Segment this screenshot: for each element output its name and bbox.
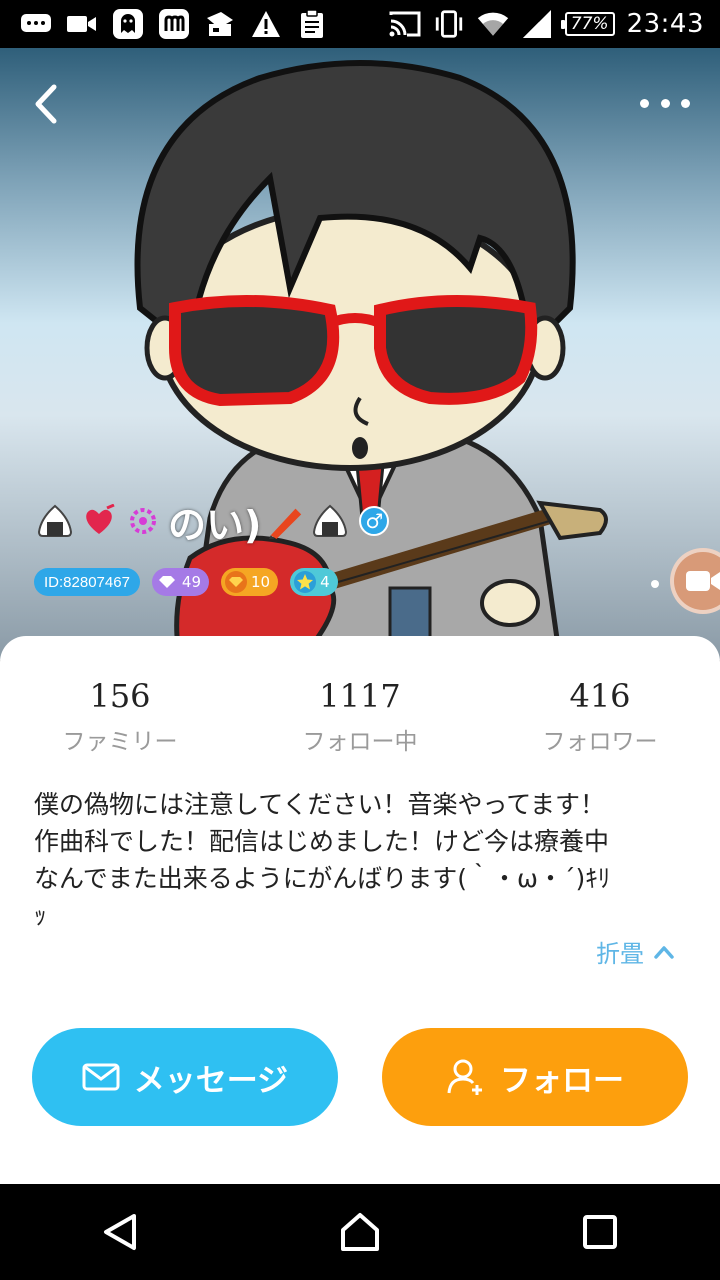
more-dot-icon (660, 98, 670, 108)
stat-label: ファミリー (62, 729, 178, 755)
bio-text: 僕の偽物には注意してください！音楽やってます！ 作曲科でした！配信はじめました！… (34, 786, 686, 934)
username-row: のい) ♂ (36, 496, 390, 547)
recents-square-icon (583, 1215, 617, 1249)
chevron-up-icon (654, 945, 674, 959)
warning-icon (250, 9, 282, 39)
star-icon (294, 571, 317, 593)
crayon-icon (267, 502, 305, 540)
stat-following[interactable]: 1117 フォロー中 (240, 674, 480, 756)
clipboard-icon (296, 9, 328, 39)
collapse-label: 折畳 (596, 940, 644, 968)
stat-label: フォロワー (542, 729, 658, 755)
sparkle-heart-icon (124, 502, 162, 540)
male-gender-icon: ♂ (359, 506, 390, 536)
stats-row: 156 ファミリー 1117 フォロー中 416 フォロワー (0, 674, 720, 756)
more-dot-icon (640, 98, 649, 108)
video-icon (66, 9, 98, 39)
gold-gem-icon (225, 571, 247, 593)
heart-icon (80, 502, 118, 540)
cast-icon (389, 9, 421, 39)
wifi-icon (477, 9, 509, 39)
bio-line: ｯ (34, 901, 47, 930)
follow-button-label: フォロー (500, 1062, 624, 1099)
collapse-bio-button[interactable]: 折畳 (596, 934, 674, 969)
gold-badge: 10 (221, 568, 279, 596)
stat-value: 416 (569, 677, 631, 715)
video-camera-icon (686, 571, 720, 591)
diamond-icon (156, 571, 178, 593)
gem-badge: 49 (151, 568, 209, 596)
status-bar: 77% 23:43 (0, 0, 720, 48)
chevron-left-icon (35, 84, 57, 124)
gold-count: 10 (251, 573, 271, 591)
stat-label: フォロー中 (302, 729, 418, 755)
gem-count: 49 (181, 573, 201, 591)
nav-home-button[interactable] (320, 1192, 400, 1272)
star-badge: 4 (290, 568, 338, 596)
signal-icon (521, 9, 553, 39)
back-button[interactable] (26, 82, 66, 126)
nav-back-button[interactable] (80, 1192, 160, 1272)
home-icon (341, 1213, 379, 1251)
stat-followers[interactable]: 416 フォロワー (480, 674, 720, 756)
m-app-icon (158, 9, 190, 39)
envelope-icon (82, 1063, 120, 1091)
pager-indicator (651, 580, 659, 588)
back-triangle-icon (104, 1214, 136, 1250)
message-icon (20, 9, 52, 39)
message-button[interactable]: メッセージ (32, 1028, 338, 1126)
vibrate-icon (433, 9, 465, 39)
message-button-label: メッセージ (133, 1062, 289, 1099)
rice-ball-icon (36, 502, 74, 540)
bio-line: 作曲科でした！配信はじめました！けど今は療養中 (34, 827, 610, 856)
rice-ball-icon (311, 502, 349, 540)
profile-cover[interactable]: のい) ♂ ID:82807467 49 10 4 (0, 48, 720, 660)
profile-card: 156 ファミリー 1117 フォロー中 416 フォロワー 僕の偽物には注意し… (0, 636, 720, 1184)
star-count: 4 (320, 573, 330, 591)
stat-value: 1117 (319, 677, 401, 715)
screenshot-icon (204, 9, 236, 39)
bio-line: なんでまた出来るようにがんばります(｀・ω・´)ｷﾘ (34, 864, 611, 893)
more-dot-icon (681, 98, 690, 108)
username: のい) (168, 502, 262, 547)
battery-indicator: 77% (560, 12, 615, 36)
battery-level: 77% (570, 14, 609, 34)
clock: 23:43 (626, 9, 704, 39)
more-options-button[interactable] (640, 92, 690, 114)
nav-recents-button[interactable] (560, 1192, 640, 1272)
stat-value: 156 (89, 677, 151, 715)
ghost-app-icon (112, 9, 144, 39)
bio-line: 僕の偽物には注意してください！音楽やってます！ (34, 790, 606, 819)
user-id-badge: ID:82807467 (34, 568, 140, 596)
badge-row: ID:82807467 49 10 4 (34, 568, 338, 596)
follow-button[interactable]: フォロー (382, 1028, 688, 1126)
stat-family[interactable]: 156 ファミリー (0, 674, 240, 756)
system-nav-bar (0, 1184, 720, 1280)
add-user-icon (447, 1059, 482, 1095)
